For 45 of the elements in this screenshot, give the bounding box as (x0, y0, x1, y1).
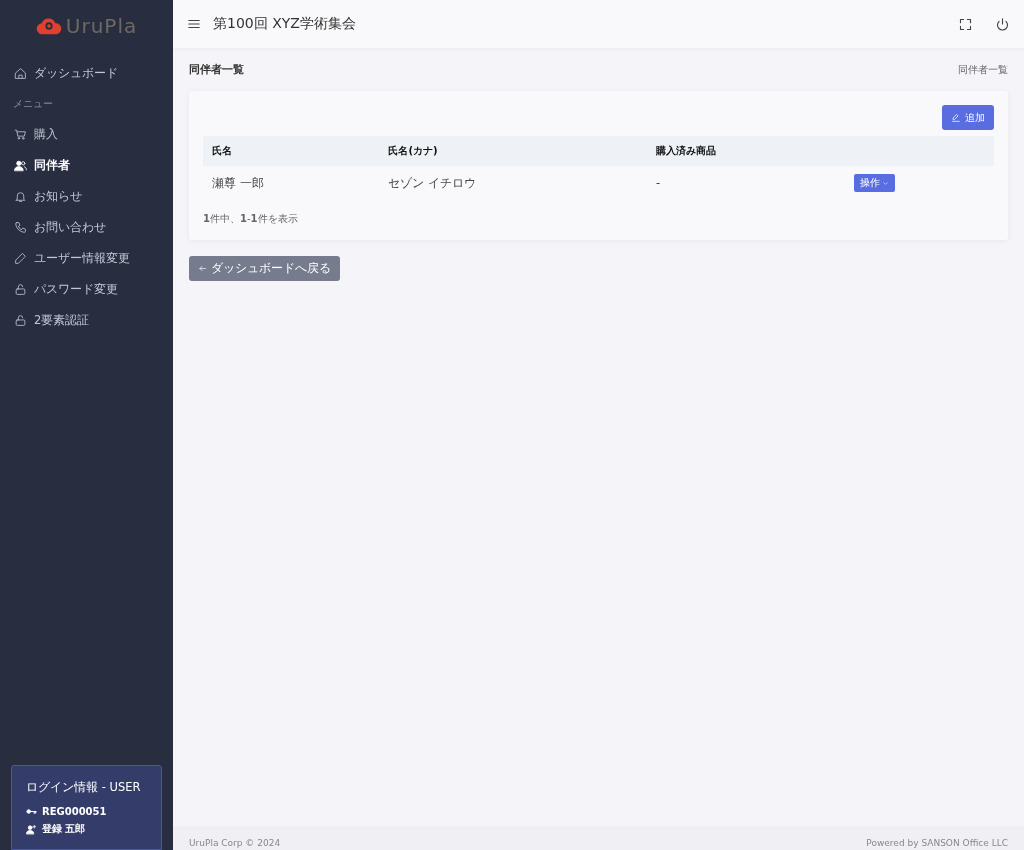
bell-icon (14, 190, 27, 203)
sidebar-item[interactable]: 同伴者 (0, 150, 173, 181)
menu-icon (187, 17, 201, 31)
table-cell: - (647, 166, 845, 200)
sidebar-item[interactable]: 購入 (0, 119, 173, 150)
sidebar-item[interactable]: お問い合わせ (0, 212, 173, 243)
user-icon (26, 823, 37, 835)
cart-icon (14, 128, 27, 141)
sidebar-item[interactable]: 2要素認証 (0, 305, 173, 336)
pagination-summary: 1件中、1-1件を表示 (203, 212, 299, 226)
sidebar-item[interactable]: お知らせ (0, 181, 173, 212)
users-icon (14, 159, 27, 172)
add-button[interactable]: 追加 (942, 105, 994, 130)
event-title: 第100回 XYZ学術集会 (213, 15, 356, 33)
column-header: 氏名 (203, 136, 380, 166)
arrow-left-icon (198, 264, 207, 273)
page-title: 同伴者一覧 (189, 62, 244, 77)
column-header: 氏名(カナ) (379, 136, 647, 166)
table-cell: 瀬尊 一郎 (203, 166, 380, 200)
action-dropdown-button[interactable]: 操作 (853, 174, 895, 192)
pencil-icon (951, 112, 961, 123)
caret-icon (881, 179, 889, 187)
user-name: 登録 五郎 (42, 822, 86, 836)
lock-icon (14, 283, 27, 296)
logo-text: UruPla (65, 14, 138, 38)
lock-icon (14, 314, 27, 327)
home-icon (14, 67, 27, 80)
menu-section-label: メニュー (12, 97, 54, 111)
column-header: 購入済み商品 (647, 136, 845, 166)
sidebar-item[interactable]: ダッシュボード (0, 58, 173, 89)
login-info-title: ログイン情報 - USER (26, 780, 142, 795)
user-id: REG000051 (42, 806, 107, 817)
copyright-text: UruPla Corp © 2024 (189, 838, 281, 848)
cloud-logo-icon (35, 16, 62, 36)
phone-icon (14, 221, 27, 234)
expand-icon (958, 16, 973, 32)
power-icon (995, 16, 1010, 32)
table-cell: セゾン イチロウ (379, 166, 647, 200)
key-icon (26, 806, 37, 817)
sidebar-item[interactable]: パスワード変更 (0, 274, 173, 305)
breadcrumb-link[interactable]: 同伴者一覧 (958, 62, 1008, 77)
back-button[interactable]: ダッシュボードへ戻る (189, 256, 340, 281)
pencil-icon (14, 252, 27, 265)
sidebar-item[interactable]: ユーザー情報変更 (0, 243, 173, 274)
powered-by-text: Powered by SANSON Office LLC (866, 838, 1008, 848)
